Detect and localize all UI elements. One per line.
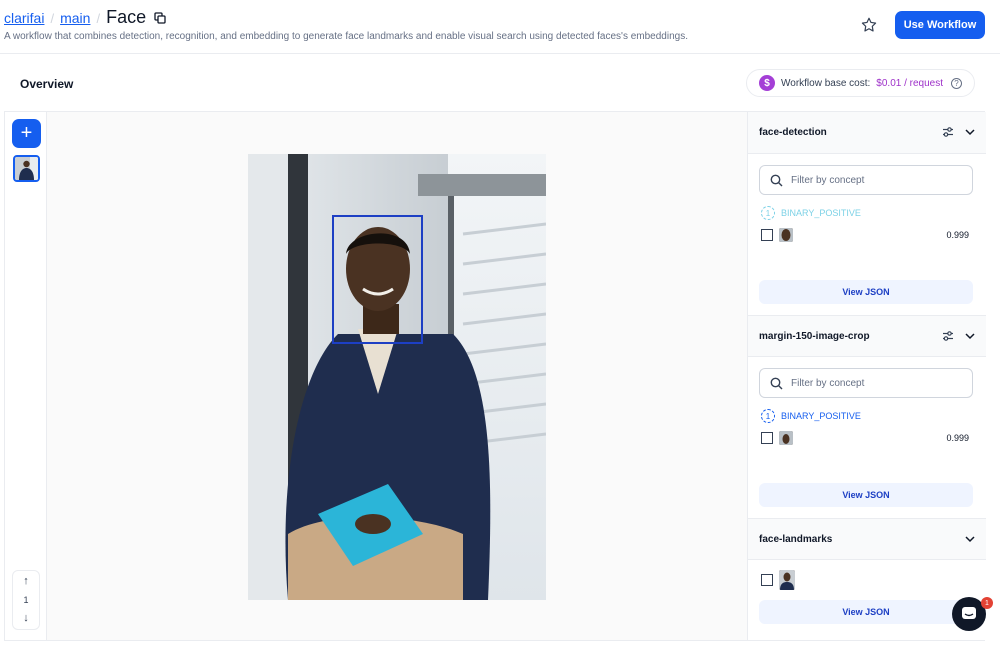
arrow-up-icon[interactable]: ↑ bbox=[23, 576, 29, 587]
breadcrumb-separator: / bbox=[50, 11, 55, 26]
breadcrumb: clarifai / main / Face bbox=[4, 7, 166, 28]
concept-row[interactable]: 1 BINARY_POSITIVE bbox=[761, 409, 861, 423]
dollar-icon: $ bbox=[759, 75, 775, 91]
face-crop-thumbnail bbox=[779, 431, 793, 445]
page-header: clarifai / main / Face A workflow that c… bbox=[0, 0, 1000, 54]
face-bounding-box[interactable] bbox=[332, 215, 423, 344]
region-row[interactable]: 0.999 bbox=[761, 228, 973, 242]
breadcrumb-org-link[interactable]: clarifai bbox=[4, 10, 44, 26]
copy-icon[interactable] bbox=[154, 12, 166, 24]
view-json-button[interactable]: View JSON bbox=[759, 280, 973, 304]
page-number: 1 bbox=[23, 595, 29, 605]
cost-value: $0.01 / request bbox=[876, 77, 944, 89]
view-json-button[interactable]: View JSON bbox=[759, 483, 973, 507]
breadcrumb-separator: / bbox=[96, 11, 101, 26]
results-panel: face-detection Filter by concept 1 BINAR… bbox=[747, 112, 986, 640]
chat-icon bbox=[962, 607, 976, 619]
input-thumbnail[interactable] bbox=[13, 155, 40, 182]
panel-face-landmarks-header[interactable]: face-landmarks bbox=[748, 518, 986, 560]
workflow-description: A workflow that combines detection, reco… bbox=[4, 31, 688, 42]
settings-sliders-icon[interactable] bbox=[942, 126, 954, 141]
settings-sliders-icon[interactable] bbox=[942, 330, 954, 345]
star-icon[interactable] bbox=[860, 16, 878, 34]
concept-label: BINARY_POSITIVE bbox=[781, 411, 861, 421]
view-json-button[interactable]: View JSON bbox=[759, 600, 973, 624]
input-image bbox=[248, 154, 546, 600]
region-row[interactable]: 0.999 bbox=[761, 431, 973, 445]
overview-title: Overview bbox=[20, 77, 74, 91]
face-crop-thumbnail bbox=[779, 570, 795, 590]
panel-title: margin-150-image-crop bbox=[759, 330, 870, 342]
concept-label: BINARY_POSITIVE bbox=[781, 208, 861, 218]
concept-indicator-icon: 1 bbox=[761, 206, 775, 220]
page-title: Face bbox=[106, 7, 147, 27]
region-score: 0.999 bbox=[946, 230, 969, 240]
input-pager: ↑ 1 ↓ bbox=[12, 570, 40, 630]
breadcrumb-app-link[interactable]: main bbox=[60, 10, 90, 26]
panel-title: face-detection bbox=[759, 127, 827, 138]
concept-row[interactable]: 1 BINARY_POSITIVE bbox=[761, 206, 861, 220]
help-icon[interactable]: ? bbox=[951, 77, 963, 89]
search-icon bbox=[770, 377, 783, 389]
input-rail: + ↑ 1 ↓ bbox=[5, 112, 47, 640]
panel-title: face-landmarks bbox=[759, 533, 833, 545]
region-row[interactable] bbox=[761, 570, 973, 590]
chevron-down-icon[interactable] bbox=[964, 533, 976, 548]
arrow-down-icon[interactable]: ↓ bbox=[23, 613, 29, 624]
bounding-box-icon[interactable] bbox=[761, 229, 773, 241]
workflow-cost-pill: $ Workflow base cost: $0.01 / request ? bbox=[746, 69, 975, 97]
region-score: 0.999 bbox=[946, 433, 969, 443]
search-icon bbox=[770, 174, 783, 186]
filter-placeholder: Filter by concept bbox=[791, 174, 865, 186]
panel-face-detection-header[interactable]: face-detection bbox=[748, 112, 986, 154]
notification-badge: 1 bbox=[981, 597, 993, 609]
chevron-down-icon[interactable] bbox=[964, 126, 976, 141]
filter-concept-input[interactable]: Filter by concept bbox=[759, 368, 973, 398]
cost-label: Workflow base cost: bbox=[781, 77, 871, 89]
filter-concept-input[interactable]: Filter by concept bbox=[759, 165, 973, 195]
add-input-button[interactable]: + bbox=[12, 119, 41, 148]
workflow-canvas-frame: + ↑ 1 ↓ face-detection Filter by concept… bbox=[4, 111, 986, 641]
use-workflow-button[interactable]: Use Workflow bbox=[895, 11, 985, 39]
bounding-box-icon[interactable] bbox=[761, 574, 773, 586]
face-crop-thumbnail bbox=[779, 228, 793, 242]
chevron-down-icon[interactable] bbox=[964, 330, 976, 345]
concept-indicator-icon: 1 bbox=[761, 409, 775, 423]
filter-placeholder: Filter by concept bbox=[791, 377, 865, 389]
bounding-box-icon[interactable] bbox=[761, 432, 773, 444]
panel-margin-150-image-crop-header[interactable]: margin-150-image-crop bbox=[748, 315, 986, 357]
